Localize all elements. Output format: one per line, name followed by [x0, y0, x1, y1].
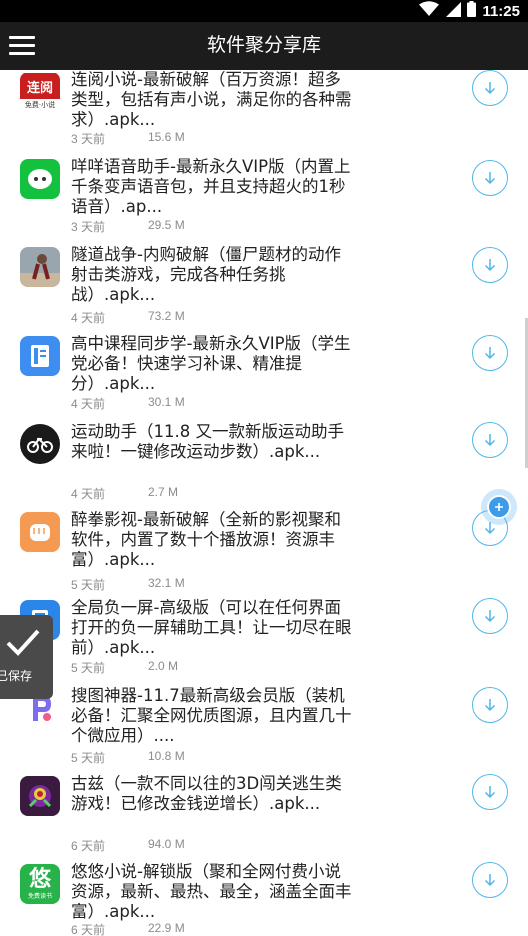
item-size: 30.1 M	[148, 395, 185, 409]
icon-text: 连阅	[20, 73, 60, 99]
youyou-app-icon: 悠免费读书	[20, 864, 60, 904]
signal-icon	[445, 1, 462, 21]
status-bar: 11:25	[0, 0, 528, 22]
status-time: 11:25	[482, 2, 520, 20]
download-arrow-icon	[484, 82, 496, 95]
checkmark-icon	[6, 629, 40, 656]
list-item[interactable]: 运动助手（11.8 又一款新版运动助手来啦！一键修改运动步数）.apk... 4 …	[0, 422, 528, 510]
download-button[interactable]	[472, 862, 508, 898]
list-item[interactable]: 咩咩语音助手-最新永久VIP版（内置上千条变声语音包，并且支持超火的1秒语音）.…	[0, 157, 528, 245]
fist-app-icon	[20, 512, 60, 552]
item-title: 运动助手（11.8 又一款新版运动助手来啦！一键修改运动步数）.apk...	[71, 422, 344, 461]
item-meta: 3 天前 29.5 M	[71, 218, 185, 235]
download-arrow-icon	[484, 610, 496, 623]
item-date: 5 天前	[71, 661, 106, 675]
sheep-app-icon	[20, 159, 60, 199]
item-size: 2.0 M	[148, 659, 179, 673]
list-item[interactable]: 高中课程同步学-最新永久VIP版（学生党必备！快速学习补课、精准提分）.apk.…	[0, 334, 528, 422]
item-title: 高中课程同步学-最新永久VIP版（学生党必备！快速学习补课、精准提分）.apk.…	[71, 334, 351, 393]
item-meta: 6 天前 22.9 M	[71, 921, 185, 936]
icon-text: 悠	[28, 866, 51, 892]
saved-toast: 已保存	[0, 615, 53, 699]
page-title: 软件聚分享库	[206, 35, 321, 56]
list-item[interactable]: 搜图神器-11.7最新高级会员版（装机必备！汇聚全网优质图源，且内置几十个微应用…	[0, 686, 528, 774]
item-size: 32.1 M	[148, 576, 185, 590]
item-size: 73.2 M	[148, 309, 185, 323]
download-arrow-icon	[484, 699, 496, 712]
download-arrow-icon	[484, 259, 496, 272]
wifi-icon	[419, 1, 440, 21]
download-button[interactable]	[472, 70, 508, 106]
item-date: 3 天前	[71, 132, 106, 146]
item-title: 连阅小说-最新破解（百万资源！超多类型，包括有声小说，满足你的各种需求）.apk…	[71, 70, 352, 129]
game-character-icon	[20, 247, 60, 287]
item-title: 古兹（一款不同以往的3D闯关逃生类游戏！已修改金钱逆增长）.apk...	[71, 774, 342, 813]
item-title: 全局负一屏-高级版（可以在任何界面打开的负一屏辅助工具！让一切尽在眼前）.apk…	[71, 598, 352, 657]
list-item[interactable]: 古兹（一款不同以往的3D闯关逃生类游戏！已修改金钱逆增长）.apk... 6 天前…	[0, 774, 528, 862]
download-button[interactable]	[472, 687, 508, 723]
item-title: 咩咩语音助手-最新永久VIP版（内置上千条变声语音包，并且支持超火的1秒语音）.…	[71, 157, 351, 216]
item-title: 醉拳影视-最新破解（全新的影视聚和软件，内置了数十个播放源！资源丰富）.apk.…	[71, 510, 341, 569]
item-meta: 4 天前 2.7 M	[71, 485, 178, 502]
item-date: 4 天前	[71, 397, 106, 411]
app-list[interactable]: 连阅 免费·小说 连阅小说-最新破解（百万资源！超多类型，包括有声小说，满足你的各种…	[0, 70, 528, 936]
monster-app-icon	[20, 776, 60, 816]
download-arrow-icon	[484, 874, 496, 887]
item-size: 22.9 M	[148, 921, 185, 935]
download-button[interactable]	[472, 247, 508, 283]
list-item[interactable]: 全局负一屏-高级版（可以在任何界面打开的负一屏辅助工具！让一切尽在眼前）.apk…	[0, 598, 528, 686]
item-meta: 3 天前 15.6 M	[71, 130, 185, 147]
download-arrow-icon	[484, 786, 496, 799]
plus-icon	[495, 503, 503, 511]
download-button[interactable]	[472, 598, 508, 634]
download-button[interactable]	[472, 160, 508, 196]
item-date: 4 天前	[71, 311, 106, 325]
item-date: 6 天前	[71, 923, 106, 936]
list-item[interactable]: 悠免费读书 悠悠小说-解锁版（聚和全网付费小说资源，最新、最热、最全，涵盖全面丰富…	[0, 862, 528, 936]
item-date: 5 天前	[71, 578, 106, 592]
item-size: 29.5 M	[148, 218, 185, 232]
item-size: 15.6 M	[148, 130, 185, 144]
list-item[interactable]: 醉拳影视-最新破解（全新的影视聚和软件，内置了数十个播放源！资源丰富）.apk.…	[0, 510, 528, 598]
download-arrow-icon	[484, 434, 496, 447]
download-button[interactable]	[472, 335, 508, 371]
list-item[interactable]: 连阅 免费·小说 连阅小说-最新破解（百万资源！超多类型，包括有声小说，满足你的各种…	[0, 70, 528, 158]
floating-add-button[interactable]	[481, 489, 517, 525]
item-meta: 4 天前 73.2 M	[71, 309, 185, 326]
item-title: 隧道战争-内购破解（僵尸题材的动作射击类游戏，完成各种任务挑战）.apk...	[71, 245, 341, 304]
list-item[interactable]: 隧道战争-内购破解（僵尸题材的动作射击类游戏，完成各种任务挑战）.apk... 4…	[0, 245, 528, 333]
item-date: 3 天前	[71, 220, 106, 234]
item-title: 搜图神器-11.7最新高级会员版（装机必备！汇聚全网优质图源，且内置几十个微应用…	[71, 686, 352, 745]
item-meta: 5 天前 10.8 M	[71, 749, 185, 766]
item-size: 10.8 M	[148, 749, 185, 763]
icon-subtext: 免费读书	[27, 892, 52, 900]
download-arrow-icon	[484, 347, 496, 360]
lianyue-app-icon: 连阅 免费·小说	[20, 72, 60, 112]
battery-icon	[467, 1, 477, 21]
download-button[interactable]	[472, 774, 508, 810]
item-date: 4 天前	[71, 487, 106, 501]
download-arrow-icon	[484, 172, 496, 185]
item-meta: 6 天前 94.0 M	[71, 837, 185, 854]
toast-label: 已保存	[0, 669, 33, 683]
item-size: 94.0 M	[148, 837, 185, 851]
item-meta: 5 天前 2.0 M	[71, 659, 178, 676]
book-app-icon	[20, 336, 60, 376]
item-size: 2.7 M	[148, 485, 179, 499]
app-bar: 软件聚分享库	[0, 22, 528, 70]
item-date: 5 天前	[71, 751, 106, 765]
item-title: 悠悠小说-解锁版（聚和全网付费小说资源，最新、最热、最全，涵盖全面丰富）.apk…	[71, 862, 352, 921]
item-meta: 5 天前 32.1 M	[71, 576, 185, 593]
item-date: 6 天前	[71, 839, 106, 853]
item-meta: 4 天前 30.1 M	[71, 395, 185, 412]
download-button[interactable]	[472, 422, 508, 458]
bicycle-app-icon	[20, 424, 60, 464]
